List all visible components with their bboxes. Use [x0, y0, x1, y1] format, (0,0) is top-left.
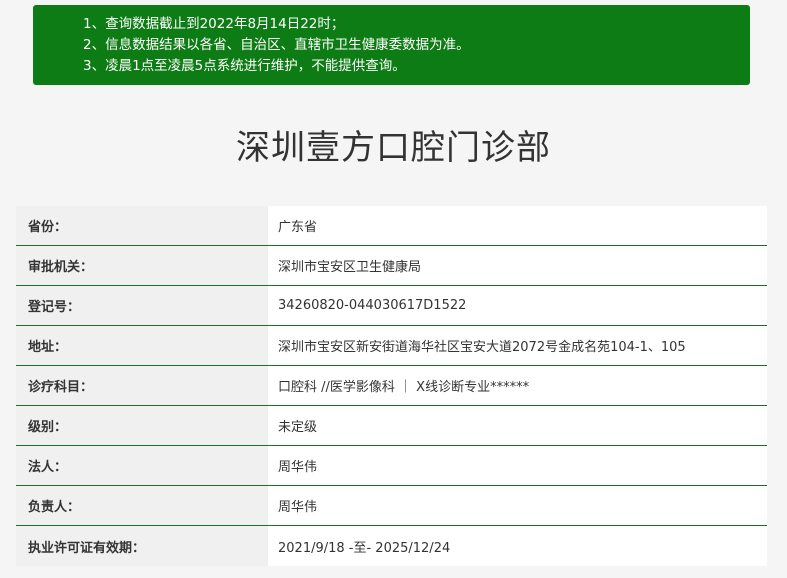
table-row-legal-person: 法人： 周华伟: [16, 446, 767, 486]
row-value: 34260820-044030617D1522: [268, 286, 767, 325]
notice-line-1: 1、查询数据截止到2022年8月14日22时；: [83, 16, 345, 32]
table-row-person-in-charge: 负责人： 周华伟: [16, 486, 767, 526]
row-value: 未定级: [268, 406, 767, 445]
row-value: 深圳市宝安区新安街道海华社区宝安大道2072号金成名苑104-1、105: [268, 326, 767, 365]
table-row-address: 地址： 深圳市宝安区新安街道海华社区宝安大道2072号金成名苑104-1、105: [16, 326, 767, 366]
row-label: 负责人：: [16, 486, 268, 525]
row-value: 周华伟: [268, 486, 767, 525]
row-value: 口腔科 //医学影像科 ｜ X线诊断专业******: [268, 366, 767, 405]
notice-line-2: 2、信息数据结果以各省、自治区、直辖市卫生健康委数据为准。: [83, 37, 470, 53]
table-row-approval-authority: 审批机关： 深圳市宝安区卫生健康局: [16, 246, 767, 286]
table-row-level: 级别： 未定级: [16, 406, 767, 446]
row-label: 审批机关：: [16, 246, 268, 285]
row-value: 深圳市宝安区卫生健康局: [268, 246, 767, 285]
row-label: 登记号：: [16, 286, 268, 325]
row-label: 诊疗科目：: [16, 366, 268, 405]
row-value: 周华伟: [268, 446, 767, 485]
notice-line-3: 3、凌晨1点至凌晨5点系统进行维护，不能提供查询。: [83, 58, 406, 74]
row-value: 2021/9/18 -至- 2025/12/24: [268, 526, 767, 566]
table-row-registration-number: 登记号： 34260820-044030617D1522: [16, 286, 767, 326]
table-row-province: 省份： 广东省: [16, 206, 767, 246]
page-title: 深圳壹方口腔门诊部: [236, 128, 551, 168]
table-row-license-validity: 执业许可证有效期： 2021/9/18 -至- 2025/12/24: [16, 526, 767, 566]
row-value: 广东省: [268, 206, 767, 245]
clinic-info-table: 省份： 广东省 审批机关： 深圳市宝安区卫生健康局 登记号： 34260820-…: [16, 206, 767, 566]
row-label: 级别：: [16, 406, 268, 445]
row-label: 地址：: [16, 326, 268, 365]
notice-banner: 1、查询数据截止到2022年8月14日22时； 2、信息数据结果以各省、自治区、…: [33, 5, 750, 85]
table-row-departments: 诊疗科目： 口腔科 //医学影像科 ｜ X线诊断专业******: [16, 366, 767, 406]
row-label: 省份：: [16, 206, 268, 245]
row-label: 执业许可证有效期：: [16, 526, 268, 566]
row-label: 法人：: [16, 446, 268, 485]
